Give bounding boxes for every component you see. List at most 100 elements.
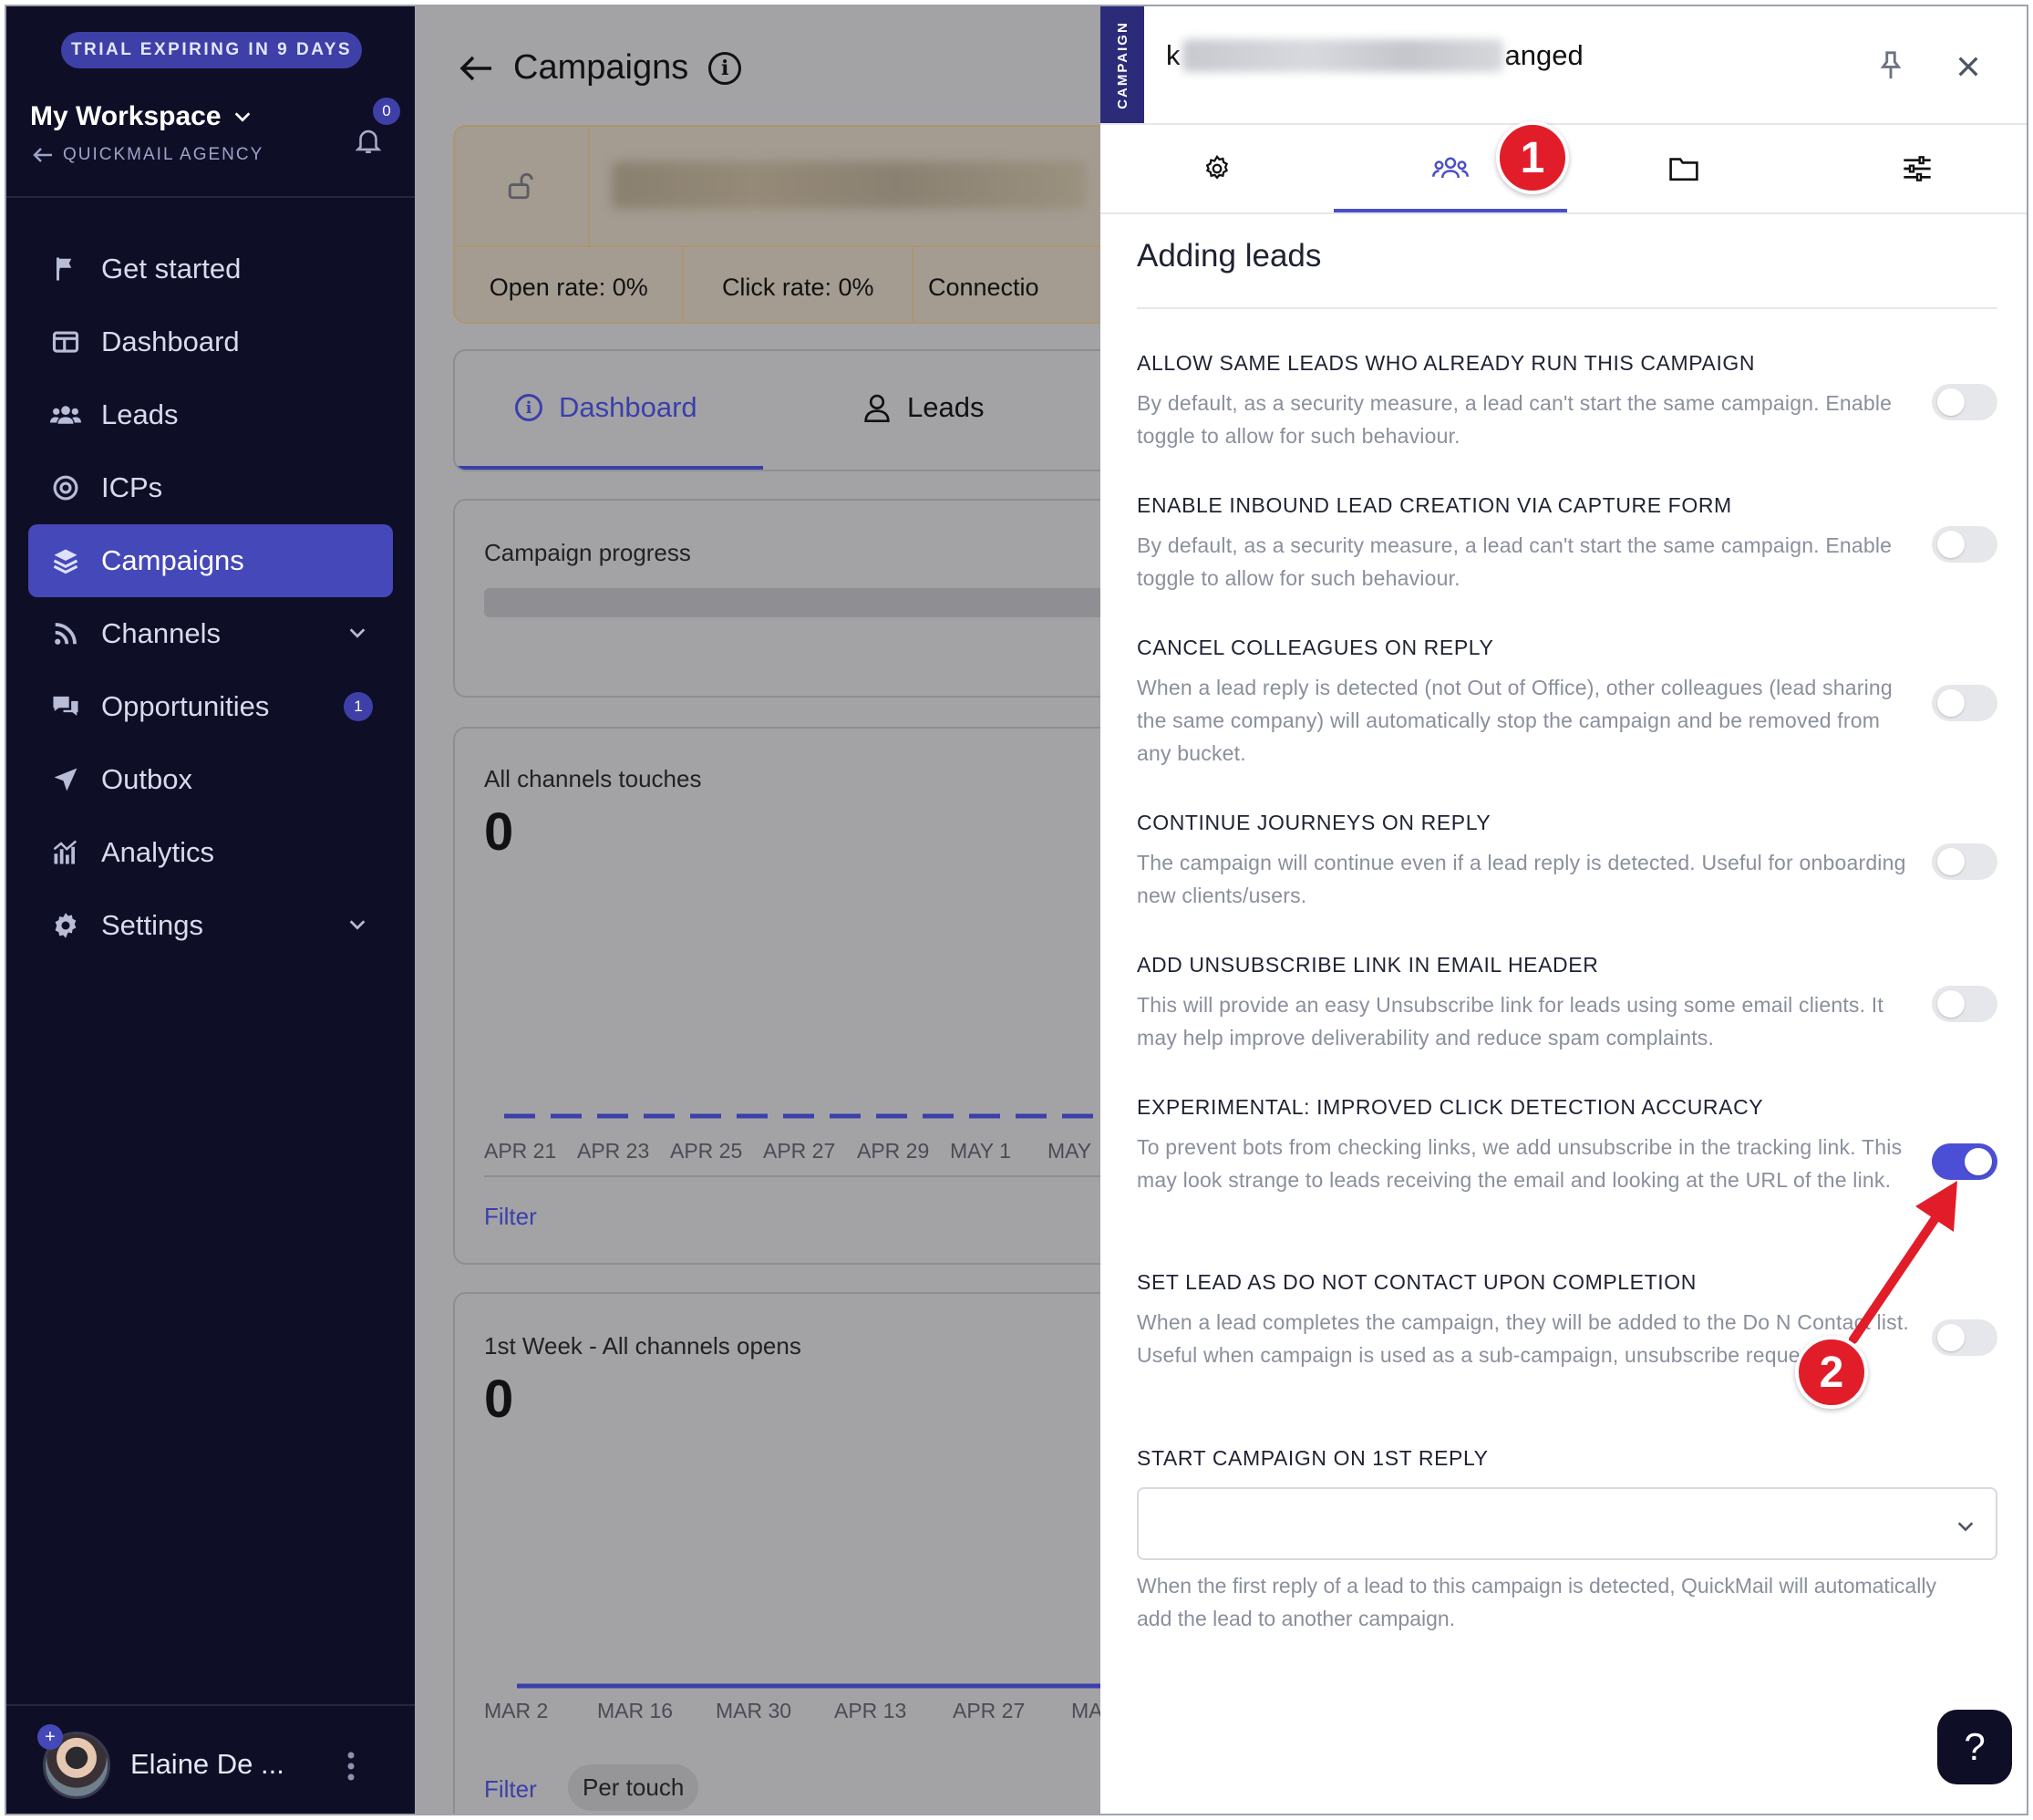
info-icon[interactable]: i <box>708 51 742 85</box>
sidebar-item-label: Campaigns <box>101 544 244 576</box>
app-window: TRIAL EXPIRING IN 9 DAYS My Workspace QU… <box>5 5 2028 1815</box>
dashboard-icon <box>50 326 81 357</box>
sidebar-item-label: Dashboard <box>101 326 240 357</box>
trial-banner[interactable]: TRIAL EXPIRING IN 9 DAYS <box>61 32 362 68</box>
filter-link[interactable]: Filter <box>484 1203 537 1231</box>
setting-title: CANCEL COLLEAGUES ON REPLY <box>1137 636 1494 659</box>
toggle-do-not-contact[interactable] <box>1932 1319 1997 1356</box>
setting-title: SET LEAD AS DO NOT CONTACT UPON COMPLETI… <box>1137 1270 1697 1294</box>
opens-line <box>517 1683 1100 1689</box>
agency-label: QUICKMAIL AGENCY <box>63 145 264 164</box>
toggle-inbound-lead-creation[interactable] <box>1932 526 1997 563</box>
tab-folder[interactable] <box>1567 125 1801 212</box>
campaign-settings-panel: CAMPAIGN k anged 1 Adding leads ALLOW SA… <box>1100 6 2027 1814</box>
setting-description: This will provide an easy Unsubscribe li… <box>1137 993 1883 1050</box>
campaign-tag-label: CAMPAIGN <box>1114 20 1130 109</box>
axis-tick: MAR 30 <box>716 1699 792 1722</box>
setting-title: ALLOW SAME LEADS WHO ALREADY RUN THIS CA… <box>1137 351 1756 375</box>
section-title: Adding leads <box>1137 238 1322 274</box>
filter-link[interactable]: Filter <box>484 1775 537 1804</box>
select-description: When the first reply of a lead to this c… <box>1137 1574 1936 1630</box>
toggle-click-detection[interactable] <box>1932 1143 1997 1180</box>
help-button[interactable]: ? <box>1937 1710 2012 1784</box>
setting-cancel-colleagues: CANCEL COLLEAGUES ON REPLY When a lead r… <box>1137 636 1997 770</box>
active-tab-indicator <box>455 466 763 470</box>
divider <box>6 196 415 198</box>
toggle-knob <box>1937 689 1965 717</box>
sidebar-item-leads[interactable]: Leads <box>28 378 393 451</box>
toggle-knob <box>1937 388 1965 416</box>
toggle-knob <box>1937 531 1965 558</box>
setting-description: When a lead reply is detected (not Out o… <box>1137 676 1893 765</box>
analytics-icon <box>50 837 81 868</box>
toggle-cancel-colleagues[interactable] <box>1932 685 1997 721</box>
tab-label: Leads <box>907 391 985 423</box>
tab-label: Dashboard <box>559 391 697 423</box>
setting-title: START CAMPAIGN ON 1ST REPLY <box>1137 1446 1489 1470</box>
tab-settings[interactable] <box>1100 125 1334 212</box>
sidebar-item-opportunities[interactable]: Opportunities 1 <box>28 670 393 743</box>
callout-1: 1 <box>1496 121 1569 194</box>
start-campaign-select[interactable] <box>1137 1487 1997 1560</box>
per-touch-chip[interactable]: Per touch <box>568 1764 699 1811</box>
more-vertical-icon[interactable] <box>346 1750 356 1783</box>
tab-leads[interactable]: Leads <box>863 391 984 424</box>
setting-title: EXPERIMENTAL: IMPROVED CLICK DETECTION A… <box>1137 1095 1764 1119</box>
sidebar-item-get-started[interactable]: Get started <box>28 233 393 305</box>
axis-tick: MAY 1 <box>950 1139 1011 1163</box>
chevron-down-icon <box>1957 1522 1974 1532</box>
sidebar-item-campaigns[interactable]: Campaigns <box>28 524 393 597</box>
setting-title: CONTINUE JOURNEYS ON REPLY <box>1137 811 1491 834</box>
pin-icon[interactable] <box>1875 50 1906 81</box>
sidebar-item-label: ICPs <box>101 471 163 503</box>
setting-allow-same-leads: ALLOW SAME LEADS WHO ALREADY RUN THIS CA… <box>1137 351 1997 452</box>
lock-open-icon[interactable] <box>455 127 590 245</box>
toggle-unsubscribe-link[interactable] <box>1932 986 1997 1022</box>
rss-icon <box>50 618 81 649</box>
axis-tick: MAY <box>1047 1139 1092 1163</box>
progress-label: Campaign progress <box>484 539 691 566</box>
add-icon[interactable]: + <box>37 1724 63 1750</box>
tab-dashboard[interactable]: i Dashboard <box>515 391 697 424</box>
workspace-switcher[interactable]: My Workspace <box>30 101 253 132</box>
setting-description: By default, as a security measure, a lea… <box>1137 391 1893 448</box>
toggle-continue-journeys[interactable] <box>1932 843 1997 880</box>
toggle-allow-same-leads[interactable] <box>1932 384 1997 420</box>
users-icon <box>1432 157 1469 179</box>
sliders-icon <box>1904 156 1931 181</box>
toggle-knob <box>1965 1148 1992 1175</box>
gear-icon <box>1205 155 1229 180</box>
panel-title-prefix: k <box>1166 39 1181 71</box>
back-arrow-icon[interactable] <box>459 55 493 82</box>
sidebar-item-analytics[interactable]: Analytics <box>28 816 393 889</box>
user-icon <box>864 394 890 422</box>
sidebar-item-channels[interactable]: Channels <box>28 597 393 670</box>
setting-description: By default, as a security measure, a lea… <box>1137 533 1893 590</box>
open-rate-stat: Open rate: 0% <box>455 247 685 322</box>
sidebar-item-outbox[interactable]: Outbox <box>28 743 393 816</box>
sidebar-item-icps[interactable]: ICPs <box>28 451 393 524</box>
campaign-tag: CAMPAIGN <box>1100 6 1144 123</box>
axis-tick: APR 29 <box>857 1139 930 1163</box>
sidebar-nav: Get started Dashboard Leads ICPs Campaig… <box>28 233 393 962</box>
notifications-badge: 0 <box>373 98 400 125</box>
user-name[interactable]: Elaine De ... <box>130 1748 284 1781</box>
callout-2: 2 <box>1795 1336 1868 1409</box>
flag-icon <box>50 253 81 284</box>
setting-description: The campaign will continue even if a lea… <box>1137 851 1906 907</box>
tab-advanced[interactable] <box>1801 125 2027 212</box>
campaign-tabs: i Dashboard Leads <box>453 349 1100 471</box>
sidebar-item-dashboard[interactable]: Dashboard <box>28 305 393 378</box>
click-rate-stat: Click rate: 0% <box>684 247 913 322</box>
info-icon: i <box>515 394 542 421</box>
campaign-stats: Open rate: 0% Click rate: 0% Connectio <box>455 245 1100 322</box>
setting-inbound-lead-creation: ENABLE INBOUND LEAD CREATION VIA CAPTURE… <box>1137 493 1997 595</box>
bell-icon[interactable] <box>353 125 384 156</box>
setting-unsubscribe-link: ADD UNSUBSCRIBE LINK IN EMAIL HEADER Thi… <box>1137 953 1997 1054</box>
agency-link[interactable]: QUICKMAIL AGENCY <box>32 145 263 165</box>
axis-tick: MAR 16 <box>597 1699 674 1722</box>
sidebar-item-settings[interactable]: Settings <box>28 889 393 962</box>
setting-continue-journeys: CONTINUE JOURNEYS ON REPLY The campaign … <box>1137 811 1997 912</box>
close-icon[interactable] <box>1956 54 1981 79</box>
progress-bar <box>484 588 1100 617</box>
